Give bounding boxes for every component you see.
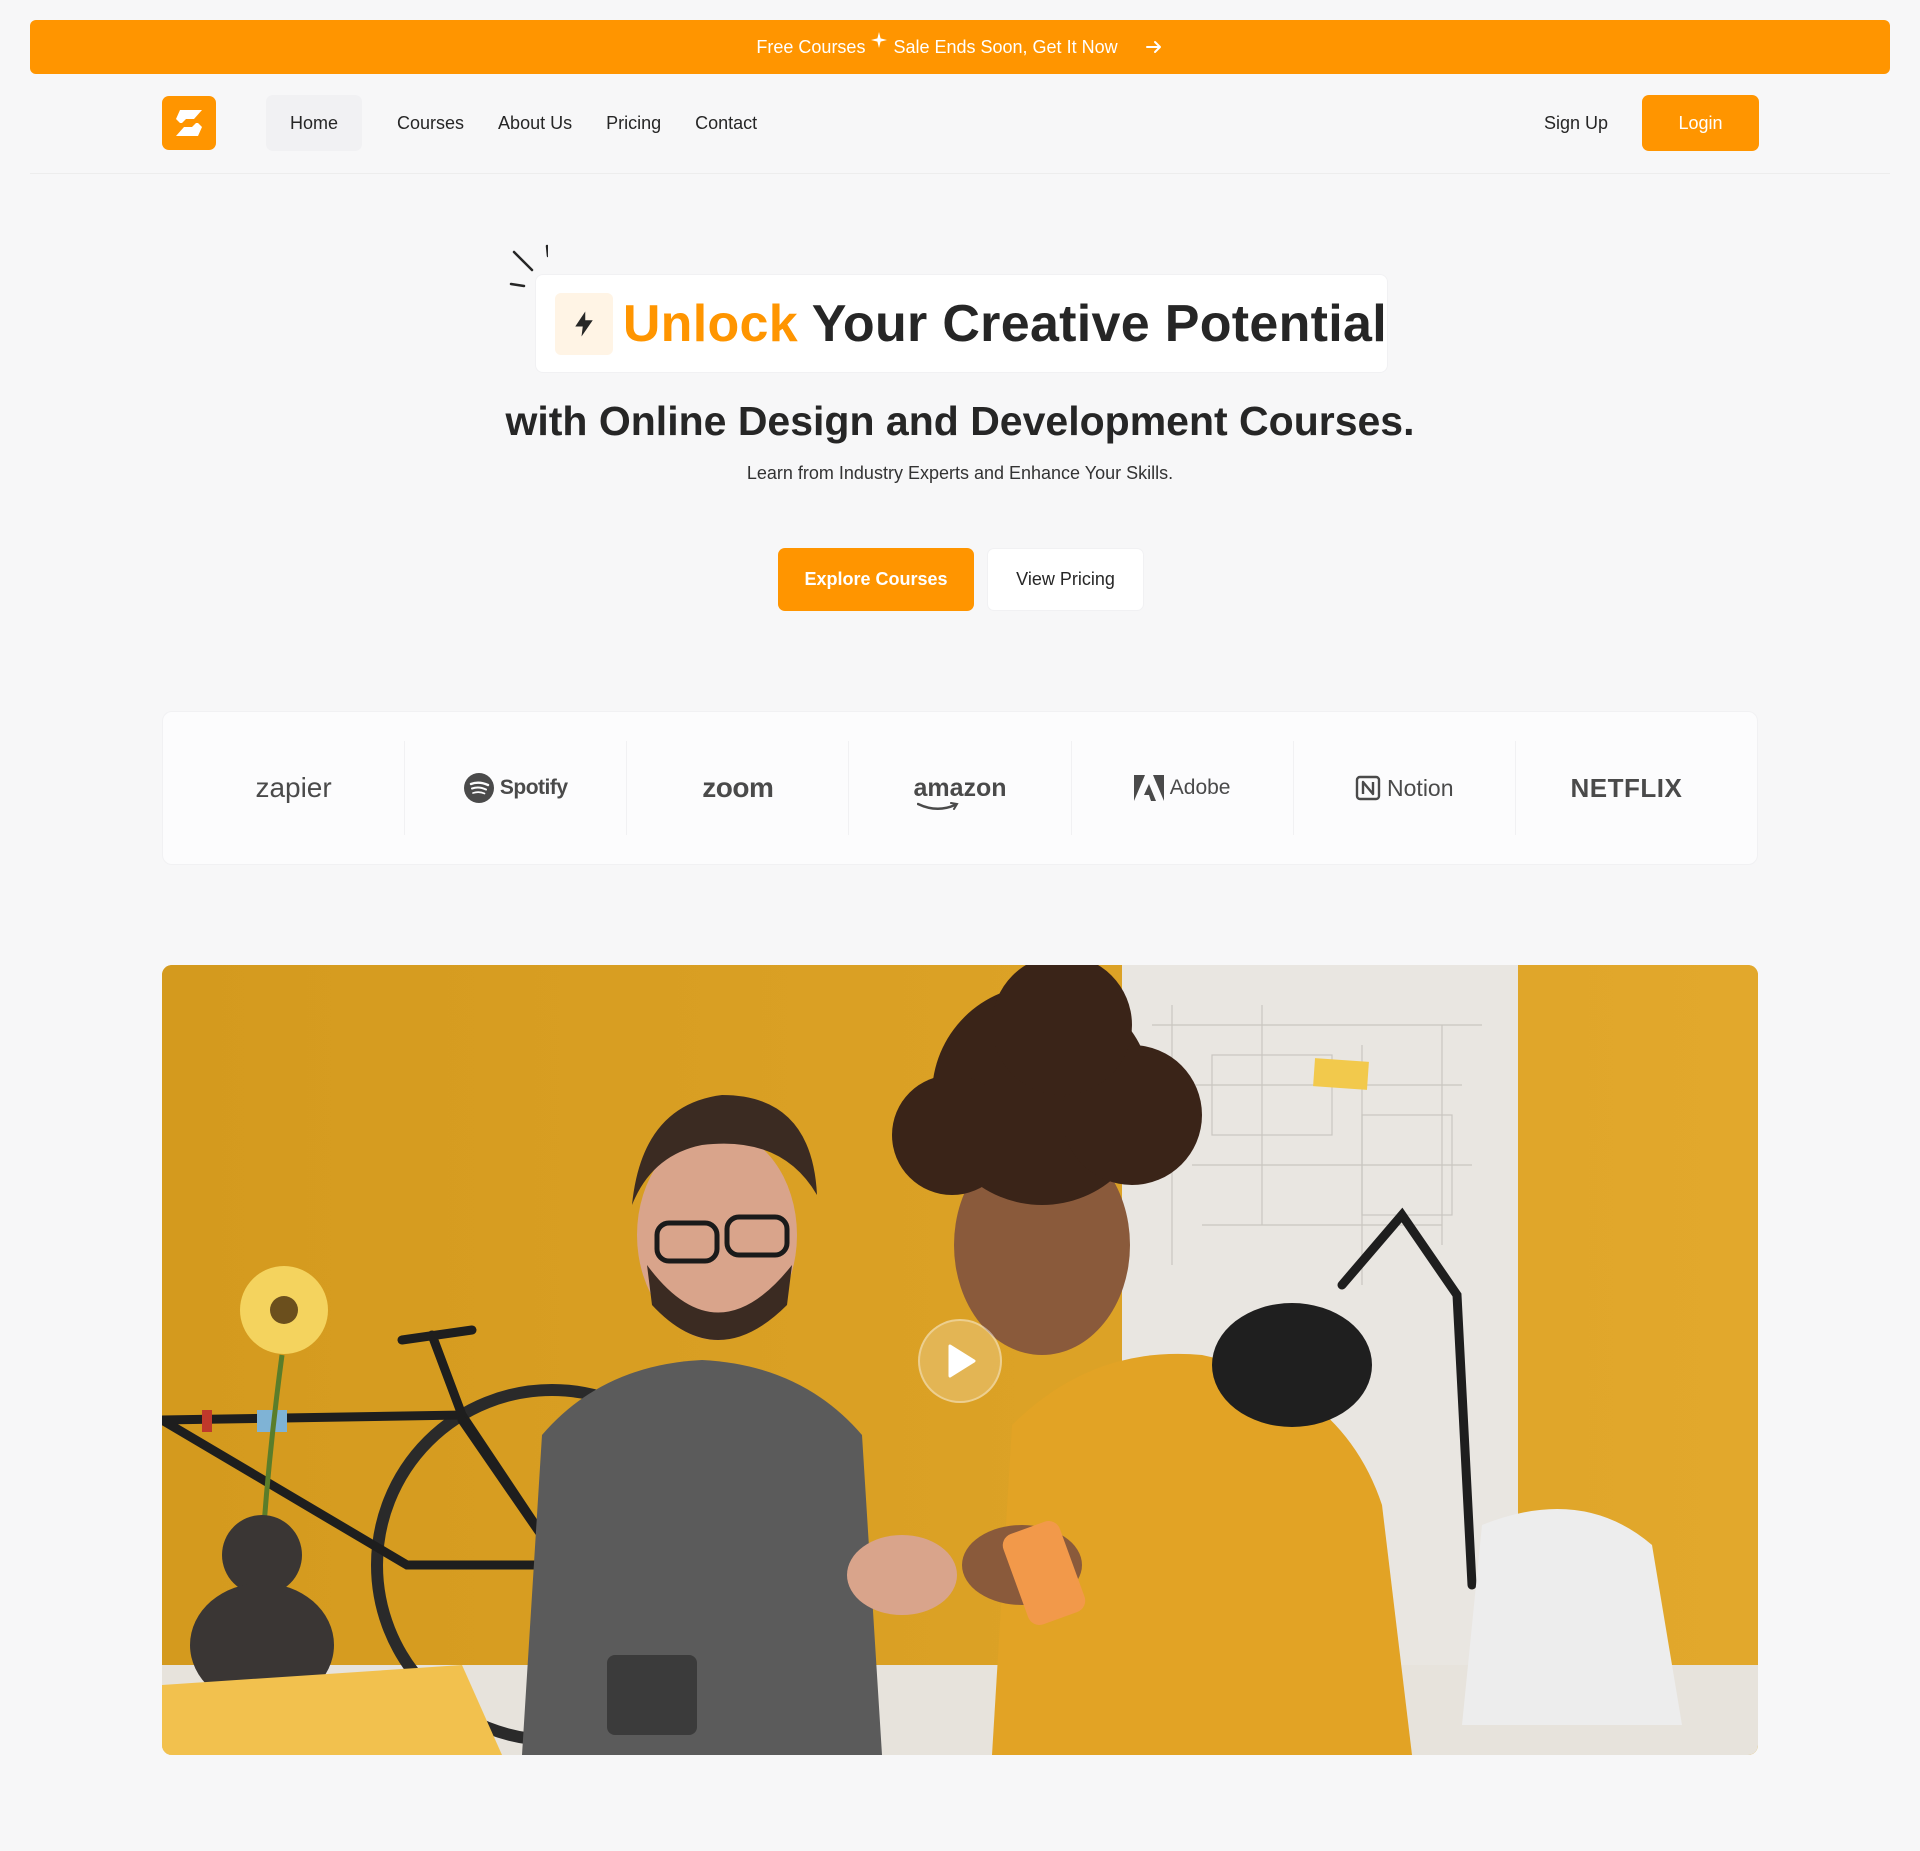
site-header: Home Courses About Us Pricing Contact Si… <box>30 74 1890 174</box>
hero-video[interactable] <box>162 965 1758 1755</box>
headline: Unlock Your Creative Potential <box>623 294 1387 354</box>
headline-box: Unlock Your Creative Potential <box>535 274 1388 373</box>
headline-rest: Your Creative Potential <box>811 294 1387 353</box>
lightning-bolt-icon <box>555 292 613 355</box>
logo-spotify: Spotify <box>405 741 628 835</box>
notion-wordmark: Notion <box>1387 774 1454 801</box>
logo-notion: Notion <box>1294 741 1516 835</box>
adobe-wordmark: Adobe <box>1169 776 1231 799</box>
brand-logo[interactable] <box>162 96 216 150</box>
nav-contact[interactable]: Contact <box>682 95 770 151</box>
brand-s-icon <box>176 110 202 136</box>
adobe-icon <box>1133 775 1164 801</box>
amazon-smile-icon <box>917 801 960 810</box>
main-nav: Home Courses About Us Pricing Contact <box>266 95 770 151</box>
play-icon <box>948 1344 976 1378</box>
play-button[interactable] <box>918 1319 1002 1403</box>
login-button[interactable]: Login <box>1642 95 1759 151</box>
nav-pricing[interactable]: Pricing <box>593 95 674 151</box>
zapier-wordmark: zapier <box>255 772 332 803</box>
explore-courses-button[interactable]: Explore Courses <box>778 548 974 611</box>
amazon-text: amazon <box>913 773 1007 802</box>
announcement-text-after: Sale Ends Soon, Get It Now <box>893 36 1118 57</box>
logo-amazon: amazon <box>849 741 1072 835</box>
spotify-icon <box>463 773 494 803</box>
logo-adobe: Adobe <box>1072 741 1294 835</box>
subheadline: with Online Design and Development Cours… <box>505 398 1415 444</box>
nav-home[interactable]: Home <box>266 95 363 151</box>
arrow-right-icon <box>1144 37 1164 57</box>
netflix-wordmark: NETFLIX <box>1570 772 1683 803</box>
client-logos: zapier Spotify zoom amazon Adobe Notion … <box>162 711 1758 865</box>
logo-netflix: NETFLIX <box>1516 741 1737 835</box>
sparkle-icon <box>871 31 888 53</box>
amazon-wordmark: amazon <box>913 773 1007 810</box>
headline-accent: Unlock <box>622 294 798 353</box>
spotify-wordmark: Spotify <box>499 776 568 799</box>
logo-zapier: zapier <box>183 741 406 835</box>
sign-up-link[interactable]: Sign Up <box>1544 95 1608 151</box>
tagline: Learn from Industry Experts and Enhance … <box>746 463 1174 483</box>
nav-about-us[interactable]: About Us <box>485 95 585 151</box>
logo-zoom: zoom <box>627 741 850 835</box>
announcement-text-before: Free Courses <box>756 36 866 57</box>
view-pricing-button[interactable]: View Pricing <box>987 548 1144 611</box>
notion-icon <box>1355 775 1381 801</box>
zoom-wordmark: zoom <box>702 772 774 803</box>
nav-courses[interactable]: Courses <box>384 95 477 151</box>
announcement-bar[interactable]: Free Courses Sale Ends Soon, Get It Now <box>30 20 1890 74</box>
